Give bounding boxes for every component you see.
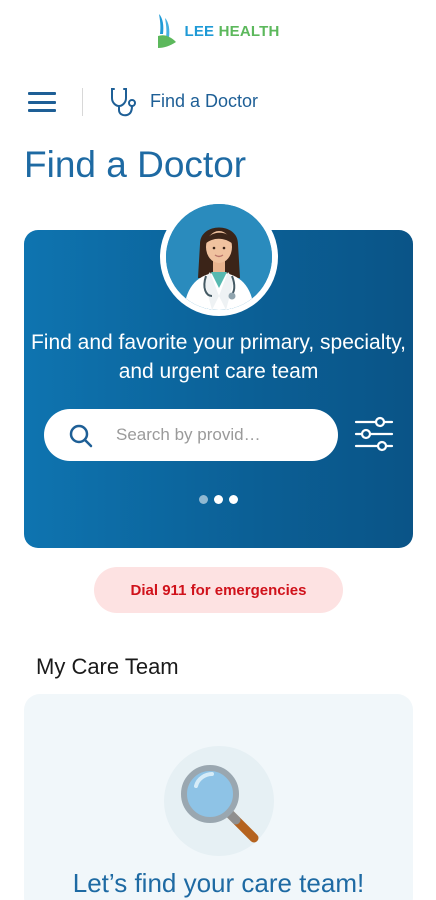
provider-search-input[interactable] [116, 423, 316, 447]
brand-logo: LEE HEALTH [0, 0, 436, 62]
carousel-dot-1[interactable] [198, 495, 208, 504]
stethoscope-icon [111, 88, 136, 117]
nav-divider [82, 88, 83, 116]
page-title: Find a Doctor [24, 144, 247, 185]
search-icon[interactable] [68, 423, 94, 449]
brand-name-lee: LEE [184, 22, 215, 40]
carousel-dot-3[interactable] [228, 495, 238, 504]
hero-headline: Find and favorite your primary, specialt… [30, 331, 407, 383]
doctor-avatar [160, 198, 278, 316]
brand-name: LEE HEALTH [184, 23, 279, 40]
top-nav-bar: Find a Doctor [0, 80, 436, 124]
logo-icon [158, 14, 177, 48]
hamburger-menu-icon[interactable] [28, 92, 56, 112]
nav-title: Find a Doctor [150, 91, 259, 111]
filter-sliders-icon[interactable] [354, 414, 394, 454]
brand-name-health: HEALTH [218, 22, 280, 40]
provider-search-box[interactable] [44, 409, 338, 461]
carousel-dot-2[interactable] [213, 495, 223, 504]
magnifier-illustration-icon [181, 765, 259, 843]
care-team-section-title: My Care Team [36, 654, 179, 679]
doctor-avatar-icon [166, 204, 272, 310]
care-team-cta[interactable]: Let’s find your care team! [24, 868, 413, 899]
carousel-indicator [0, 495, 436, 504]
emergency-banner[interactable]: Dial 911 for emergencies [94, 567, 343, 613]
